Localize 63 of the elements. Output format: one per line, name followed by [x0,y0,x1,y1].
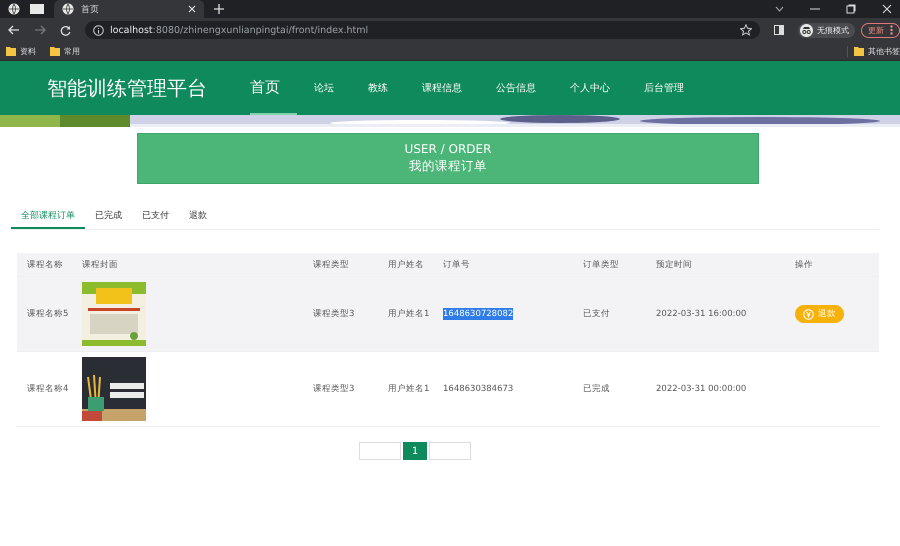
update-button[interactable]: 更新 [861,22,900,38]
url-text: localhost:8080/zhinengxunlianpingtai/front/index.html [110,24,370,36]
nav-link[interactable]: 公告信息 [479,61,553,115]
table-cell-text: 课程类型3 [313,308,356,320]
banner-subtitle: USER / ORDER [404,141,492,157]
incognito-label: 无痕模式 [817,24,849,36]
column-header: 课程封面 [82,258,119,270]
nav-link[interactable]: 个人中心 [553,61,627,115]
table-cell-text: 用户姓名1 [388,308,430,320]
table-cell-text: 已支付 [583,308,611,320]
column-header: 课程类型 [313,258,350,270]
folder-icon [50,46,60,56]
globe-icon [62,3,74,15]
column-header: 预定时间 [656,258,693,270]
nav-link[interactable]: 论坛 [297,61,351,115]
banner-title: 我的课程订单 [408,157,488,175]
filter-tab[interactable]: 已支付 [132,206,179,229]
yen-icon [803,308,814,320]
bookmark[interactable]: 常用 [50,46,80,56]
folder-icon [6,46,16,56]
filter-tab[interactable]: 已完成 [85,206,132,229]
page-button[interactable]: 1 [403,442,427,460]
forward-icon[interactable] [34,25,46,35]
back-icon[interactable] [8,25,20,35]
table-cell-text: 2022-03-31 00:00:00 [656,384,748,394]
tab-title: 首页 [81,4,100,16]
column-header: 订单类型 [583,258,620,270]
filter-tab[interactable]: 全部课程订单 [11,206,85,229]
more-icon [890,25,893,35]
table-cell: 1648630384673 [443,383,514,395]
table-cell-text: 课程类型3 [313,383,356,395]
star-icon[interactable] [740,24,752,36]
plus-icon[interactable] [214,4,224,14]
column-header: 用户姓名 [388,258,425,270]
browser-tab[interactable]: 首页 [54,0,204,18]
column-header: 订单号 [443,258,471,270]
chevron-down-icon[interactable] [775,6,784,12]
info-icon [93,24,104,36]
nav-link[interactable]: 课程信息 [405,61,479,115]
column-header: 操作 [795,258,814,270]
folder-icon [854,46,864,56]
table-cell-text: 课程名称5 [27,308,70,320]
close-icon[interactable] [882,4,892,14]
bookmark[interactable]: 资料 [6,46,36,56]
table-cell: 1648630728082 [443,308,514,320]
nav-link[interactable]: 后台管理 [627,61,701,115]
globe-icon[interactable] [8,3,20,15]
filter-tab[interactable]: 退款 [179,206,217,229]
close-icon[interactable] [188,5,196,13]
restore-icon[interactable] [846,4,856,14]
table-cell-text: 已完成 [583,383,611,395]
incognito-badge[interactable]: 无痕模式 [798,22,855,38]
nav-link[interactable]: 教练 [351,61,405,115]
column-header: 课程名称 [27,258,64,270]
address-field[interactable]: localhost:8080/zhinengxunlianpingtai/front/index.html [85,21,760,39]
table-cell-text: 2022-03-31 16:00:00 [656,309,748,319]
bookmark[interactable]: 其他书签 [847,46,900,56]
reload-icon[interactable] [60,24,71,36]
table-cell-text: 课程名称4 [27,383,70,395]
site-title: 智能训练管理平台 [47,74,208,102]
incognito-icon [800,24,813,36]
table-cell-text: 用户姓名1 [388,383,430,395]
sidepanel-icon[interactable] [774,25,784,35]
